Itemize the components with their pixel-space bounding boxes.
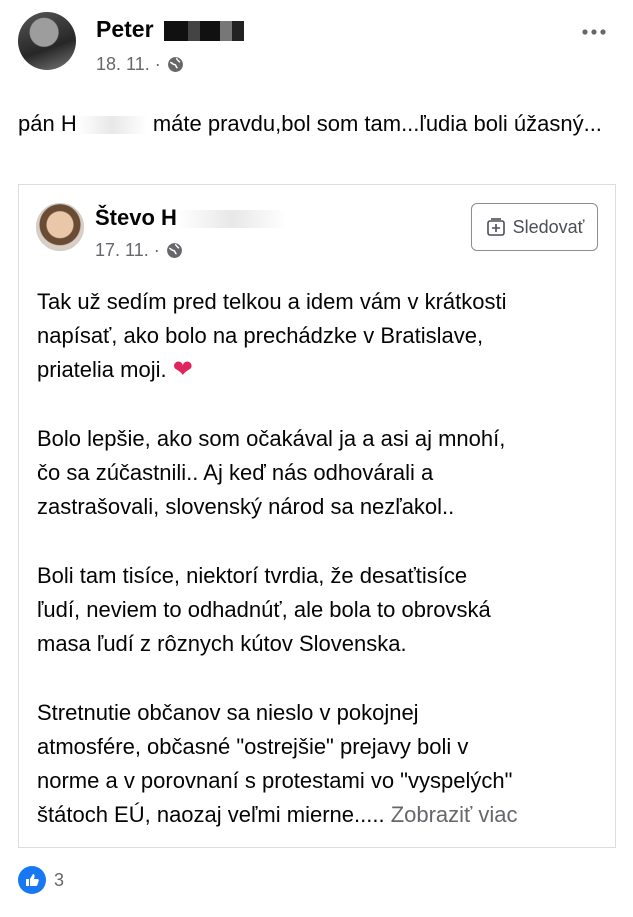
- redacted-shared-surname: [176, 210, 287, 229]
- post-header: Peter 18. 11. ·: [18, 12, 618, 74]
- author-name-text[interactable]: Peter: [96, 16, 154, 42]
- globe-icon: [167, 57, 183, 72]
- follow-button-label: Sledovať: [512, 216, 585, 237]
- post-text: pán H máte pravdu,bol som tam...ľudia bo…: [18, 111, 602, 136]
- heart-emoji: ❤: [172, 356, 193, 383]
- paragraph-3: Boli tam tisíce, niektorí tvrdia, že des…: [37, 563, 491, 656]
- post-meta: 18. 11. ·: [96, 54, 184, 75]
- redacted-surname: [163, 20, 244, 41]
- post-date[interactable]: 18. 11. ·: [96, 54, 161, 75]
- shared-post-meta: 17. 11. ·: [95, 240, 183, 261]
- globe-icon: [166, 243, 182, 258]
- paragraph-4: Stretnutie občanov sa nieslo v pokojnej …: [37, 700, 518, 827]
- follow-plus-icon: [486, 218, 505, 236]
- follow-button[interactable]: Sledovať: [471, 203, 598, 251]
- reactions-bar[interactable]: 3: [18, 866, 64, 894]
- reaction-count[interactable]: 3: [54, 870, 64, 891]
- shared-post-body: Tak už sedím pred telkou a idem vám v kr…: [37, 285, 607, 867]
- author-avatar[interactable]: [18, 12, 76, 70]
- author-name[interactable]: Peter: [96, 16, 244, 43]
- see-more-link[interactable]: Zobraziť viac: [391, 802, 518, 827]
- paragraph-2: Bolo lepšie, ako som očakával ja a asi a…: [37, 426, 506, 519]
- paragraph-1: Tak už sedím pred telkou a idem vám v kr…: [37, 289, 507, 383]
- like-icon: [18, 866, 46, 894]
- shared-author-name[interactable]: Števo H: [95, 205, 287, 231]
- redacted-name: [76, 116, 147, 135]
- shared-post-date[interactable]: 17. 11. ·: [95, 240, 160, 261]
- more-options-icon[interactable]: [580, 22, 608, 42]
- shared-post-card[interactable]: Števo H 17. 11. · Sledovať Tak už sedím …: [18, 184, 616, 848]
- shared-author-avatar[interactable]: [36, 203, 84, 251]
